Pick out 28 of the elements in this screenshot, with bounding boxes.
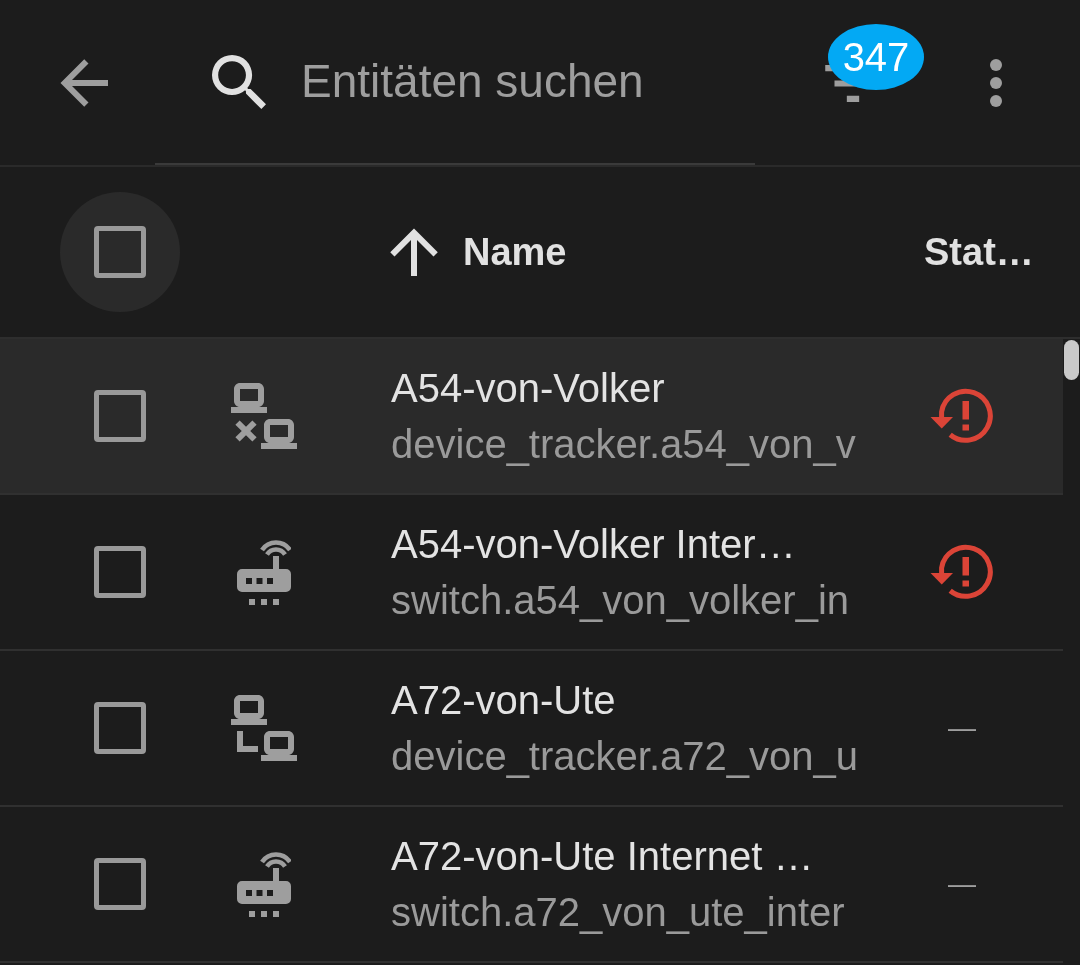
table-row[interactable]: A54-von-Volker device_tracker.a54_von_v — [0, 339, 1063, 495]
status-text: — — [948, 714, 976, 742]
status-text: — — [948, 870, 976, 898]
entity-name: A54-von-Volker Inter… — [391, 521, 797, 568]
more-options-button[interactable] — [990, 58, 1002, 107]
select-all-checkbox[interactable] — [94, 226, 146, 278]
row-checkbox[interactable] — [94, 858, 146, 910]
column-header[interactable]: Stat… — [924, 233, 1034, 271]
back-arrow-icon — [60, 58, 108, 107]
search-icon — [212, 54, 266, 109]
row-checkbox[interactable] — [94, 546, 146, 598]
search-input[interactable]: Entitäten suchen — [301, 47, 741, 116]
row-checkbox[interactable] — [94, 390, 146, 442]
scrollbar-thumb[interactable] — [1064, 340, 1079, 380]
entity-name: A72-von-Ute — [391, 677, 617, 724]
entity-name: A54-von-Volker — [391, 365, 666, 412]
back-button[interactable] — [60, 58, 108, 107]
entity-id: device_tracker.a72_von_u — [391, 733, 859, 780]
wireless-router-icon — [237, 851, 291, 917]
more-options-icon — [990, 58, 1002, 107]
column-header[interactable]: Name — [390, 228, 567, 276]
entity-id: switch.a72_von_ute_inter — [391, 889, 846, 936]
wireless-router-icon — [237, 539, 291, 605]
entity-name: A72-von-Ute Internet … — [391, 833, 815, 880]
entity-id: device_tracker.a54_von_v — [391, 421, 857, 468]
filter-count-badge: 347 — [828, 24, 924, 90]
row-checkbox[interactable] — [94, 702, 146, 754]
entity-id: switch.a54_von_volker_in — [391, 577, 851, 624]
